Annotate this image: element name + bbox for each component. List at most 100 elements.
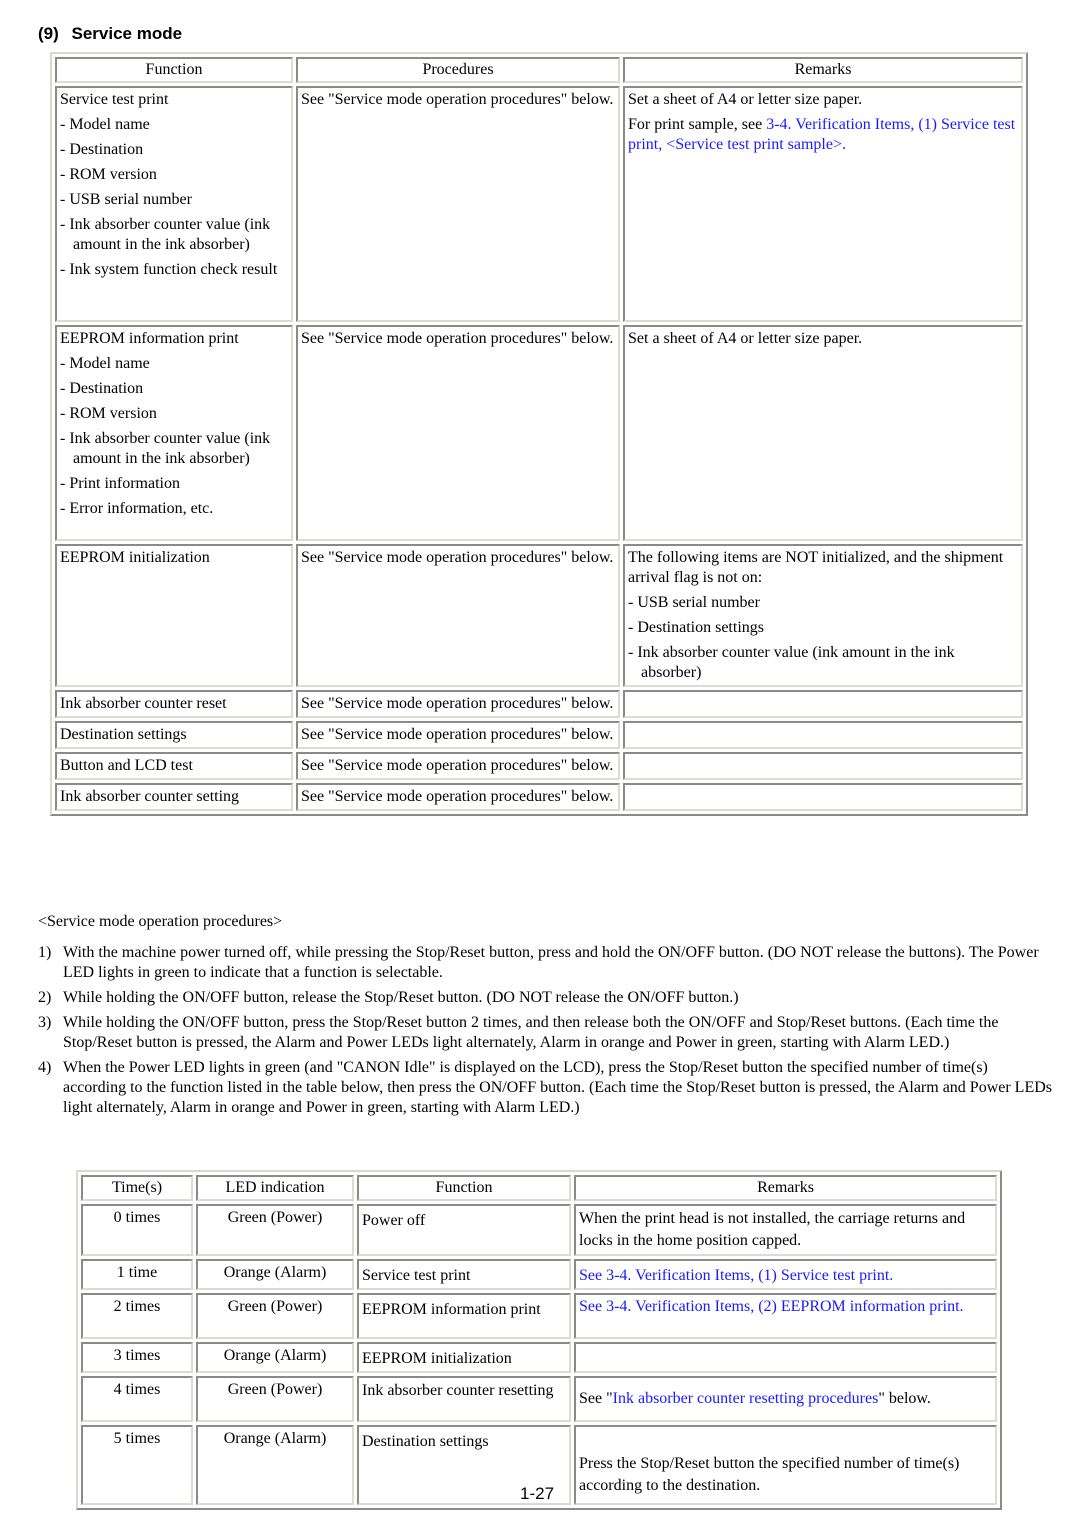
table-row: EEPROM information print - Model name - … [55, 325, 1023, 541]
function-item: - USB serial number [60, 191, 192, 208]
function-cell: Destination settings [55, 721, 293, 749]
remarks-cell [623, 721, 1023, 749]
function-item: - Destination [60, 141, 144, 158]
procedure-cell: See "Service mode operation procedures" … [296, 783, 620, 811]
remarks-cell: See "Ink absorber counter resetting proc… [574, 1376, 997, 1422]
led-cell: Green (Power) [196, 1376, 354, 1422]
remarks-item: - Destination settings [628, 619, 764, 636]
procedure-cell: See "Service mode operation procedures" … [296, 325, 620, 541]
step-number: 3) [38, 1014, 52, 1031]
procedure-cell: See "Service mode operation procedures" … [296, 86, 620, 322]
step-text: With the machine power turned off, while… [63, 944, 1039, 981]
page-number: 1-27 [520, 1484, 555, 1503]
remarks-cell [574, 1342, 997, 1373]
remarks-cell [623, 690, 1023, 718]
function-item: - Model name [60, 355, 150, 372]
procedure-step: 4) When the Power LED lights in green (a… [38, 1058, 1053, 1118]
function-name: Service test print [60, 91, 169, 108]
function-cell: EEPROM information print [357, 1293, 571, 1339]
table-row: Destination settings See "Service mode o… [55, 721, 1023, 749]
table-header-row: Function Procedures Remarks [55, 57, 1023, 83]
remarks-item: - USB serial number [628, 594, 760, 611]
remarks-suffix: " below. [878, 1390, 931, 1407]
function-cell: EEPROM initialization [55, 544, 293, 687]
led-cell: Orange (Alarm) [196, 1425, 354, 1505]
column-header-times: Time(s) [81, 1175, 193, 1201]
remarks-cell: Set a sheet of A4 or letter size paper. … [623, 86, 1023, 322]
function-cell: Service test print [357, 1259, 571, 1290]
remarks-cell: See 3-4. Verification Items, (1) Service… [574, 1259, 997, 1290]
function-cell: Service test print - Model name - Destin… [55, 86, 293, 322]
operation-procedures: <Service mode operation procedures> 1) W… [38, 912, 1053, 1123]
led-cell: Green (Power) [196, 1204, 354, 1256]
function-item: - Ink absorber counter value (ink amount… [60, 430, 271, 467]
remarks-text: Set a sheet of A4 or letter size paper. [628, 91, 863, 108]
times-cell: 0 times [81, 1204, 193, 1256]
verification-link-service-test-print[interactable]: See 3-4. Verification Items, (1) Service… [579, 1267, 893, 1284]
column-header-function: Function [55, 57, 293, 83]
table-row: Ink absorber counter setting See "Servic… [55, 783, 1023, 811]
procedure-cell: See "Service mode operation procedures" … [296, 544, 620, 687]
table-row: Button and LCD test See "Service mode op… [55, 752, 1023, 780]
function-item: - Print information [60, 475, 180, 492]
table-row: EEPROM initialization See "Service mode … [55, 544, 1023, 687]
column-header-function: Function [357, 1175, 571, 1201]
function-item: - ROM version [60, 405, 157, 422]
verification-link-eeprom-information-print[interactable]: See 3-4. Verification Items, (2) EEPROM … [579, 1298, 964, 1315]
table-row: 4 times Green (Power) Ink absorber count… [81, 1376, 997, 1422]
function-item: - Model name [60, 116, 150, 133]
remarks-item: - Ink absorber counter value (ink amount… [628, 644, 955, 681]
remarks-note: For print sample, see 3-4. Verification … [628, 115, 1018, 155]
section-number: (9) [38, 24, 59, 43]
function-item: - Error information, etc. [60, 500, 214, 517]
led-cell: Orange (Alarm) [196, 1259, 354, 1290]
times-cell: 4 times [81, 1376, 193, 1422]
procedure-step: 3) While holding the ON/OFF button, pres… [38, 1013, 1053, 1053]
procedure-cell: See "Service mode operation procedures" … [296, 690, 620, 718]
times-cell: 3 times [81, 1342, 193, 1373]
step-number: 2) [38, 989, 52, 1006]
function-item: - ROM version [60, 166, 157, 183]
remarks-cell: The following items are NOT initialized,… [623, 544, 1023, 687]
function-name: EEPROM information print [60, 330, 239, 347]
remarks-cell [623, 752, 1023, 780]
step-text: When the Power LED lights in green (and … [63, 1059, 1052, 1116]
function-cell: Ink absorber counter setting [55, 783, 293, 811]
function-name: EEPROM initialization [362, 1350, 512, 1367]
function-cell: EEPROM initialization [357, 1342, 571, 1373]
column-header-remarks: Remarks [623, 57, 1023, 83]
led-cell: Orange (Alarm) [196, 1342, 354, 1373]
table-row: 0 times Green (Power) Power off When the… [81, 1204, 997, 1256]
remarks-cell: Set a sheet of A4 or letter size paper. [623, 325, 1023, 541]
ink-absorber-resetting-procedures-link[interactable]: Ink absorber counter resetting procedure… [613, 1390, 879, 1407]
table-row: 2 times Green (Power) EEPROM information… [81, 1293, 997, 1339]
function-cell: Button and LCD test [55, 752, 293, 780]
function-name: Ink absorber counter resetting [362, 1382, 554, 1399]
function-cell: EEPROM information print - Model name - … [55, 325, 293, 541]
function-cell: Ink absorber counter resetting [357, 1376, 571, 1422]
remarks-cell: Press the Stop/Reset button the specifie… [574, 1425, 997, 1505]
function-name: Destination settings [362, 1433, 489, 1450]
function-item: - Ink system function check result [60, 261, 278, 278]
step-text: While holding the ON/OFF button, release… [63, 989, 739, 1006]
times-cell: 1 time [81, 1259, 193, 1290]
function-name: EEPROM information print [362, 1301, 541, 1318]
step-number: 1) [38, 944, 52, 961]
remarks-text: The following items are NOT initialized,… [628, 549, 1004, 586]
remarks-cell [623, 783, 1023, 811]
procedure-step: 1) With the machine power turned off, wh… [38, 943, 1053, 983]
table-row: 1 time Orange (Alarm) Service test print… [81, 1259, 997, 1290]
remarks-prefix: See " [579, 1390, 613, 1407]
function-item: - Ink absorber counter value (ink amount… [60, 216, 271, 253]
table-header-row: Time(s) LED indication Function Remarks [81, 1175, 997, 1201]
remarks-text: Press the Stop/Reset button the specifie… [579, 1455, 960, 1494]
times-cell: 2 times [81, 1293, 193, 1339]
function-name: Service test print [362, 1267, 471, 1284]
led-function-table: Time(s) LED indication Function Remarks … [76, 1170, 1002, 1510]
column-header-procedures: Procedures [296, 57, 620, 83]
table-row: 3 times Orange (Alarm) EEPROM initializa… [81, 1342, 997, 1373]
table-row: Service test print - Model name - Destin… [55, 86, 1023, 322]
function-cell: Power off [357, 1204, 571, 1256]
service-mode-table: Function Procedures Remarks Service test… [50, 52, 1028, 816]
section-heading: (9) Service mode [38, 24, 182, 44]
